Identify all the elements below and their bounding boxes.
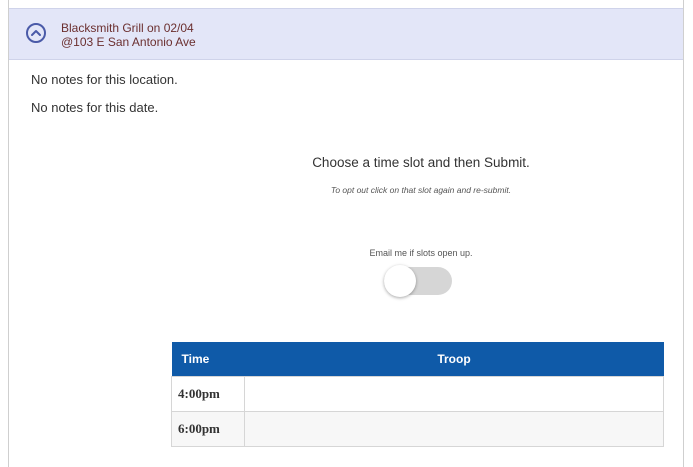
instructions-title: Choose a time slot and then Submit. [312, 155, 530, 170]
time-column-header: Time [171, 342, 245, 377]
slot-time: 4:00pm [171, 376, 245, 412]
chevron-up-circle-icon[interactable] [26, 23, 46, 43]
date-notes: No notes for this date. [31, 100, 159, 115]
slot-troop-cell[interactable] [244, 411, 664, 447]
slot-time: 6:00pm [171, 411, 245, 447]
troop-column-header: Troop [244, 342, 664, 377]
table-row[interactable]: 4:00pm [171, 376, 664, 412]
table-header-row: Time Troop [171, 342, 664, 377]
time-slot-table: Time Troop 4:00pm 6:00pm [171, 342, 664, 447]
email-notify-toggle[interactable] [384, 265, 452, 297]
email-notify-label: Email me if slots open up. [369, 248, 473, 258]
toggle-knob [384, 265, 416, 297]
location-header[interactable]: Blacksmith Grill on 02/04 @103 E San Ant… [9, 8, 683, 60]
location-address: @103 E San Antonio Ave [61, 35, 196, 49]
instructions-subtitle: To opt out click on that slot again and … [330, 185, 512, 195]
slot-troop-cell[interactable] [244, 376, 664, 412]
location-notes: No notes for this location. [31, 72, 178, 87]
table-row[interactable]: 6:00pm [171, 411, 664, 447]
location-panel: Blacksmith Grill on 02/04 @103 E San Ant… [8, 0, 684, 467]
location-title: Blacksmith Grill on 02/04 [61, 21, 194, 35]
